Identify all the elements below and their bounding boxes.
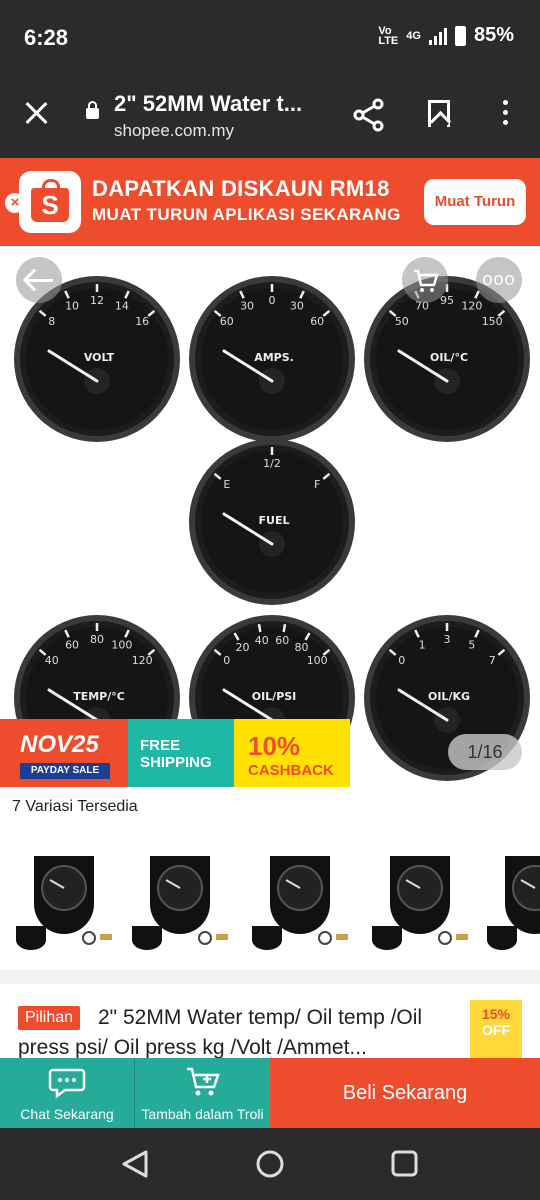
gauge-tick-label: 16 <box>135 315 149 328</box>
battery-percent: 85% <box>473 24 514 46</box>
gauge-tick-label: F <box>314 478 320 491</box>
gauge-label: FUEL <box>259 514 290 527</box>
share-icon[interactable] <box>352 98 386 132</box>
status-icons: Vo LTE 4G 85% <box>378 24 514 47</box>
nav-home-icon[interactable] <box>256 1150 284 1178</box>
chat-button[interactable]: Chat Sekarang <box>0 1058 135 1128</box>
variation-thumbnail[interactable] <box>132 856 228 950</box>
volte-icon: Vo LTE <box>378 24 399 47</box>
promo-strip: NOV25 PAYDAY SALE FREE SHIPPING 10% CASH… <box>0 719 350 787</box>
network-type: 4G <box>406 29 421 42</box>
gauge-tick-label: 80 <box>295 641 309 654</box>
download-button[interactable]: Muat Turun <box>424 179 526 225</box>
variation-thumbnail[interactable] <box>487 856 540 950</box>
gauge-tick-label: 1/2 <box>263 457 281 470</box>
gauge-tick-label: 100 <box>307 654 328 667</box>
gauge-tick-label: 40 <box>45 654 59 667</box>
variation-thumbnail[interactable] <box>16 856 112 950</box>
gauge-tick-label: 60 <box>275 634 289 647</box>
gauge-label: OIL/°C <box>430 351 468 364</box>
gauge-label: AMPS. <box>254 351 294 364</box>
gauge-tick-label: 30 <box>240 300 254 313</box>
browser-toolbar: 2" 52MM Water t... shopee.com.my <box>0 72 540 158</box>
variation-thumbnail[interactable] <box>372 856 468 950</box>
action-bar: Chat Sekarang Tambah dalam Troli Beli Se… <box>0 1058 540 1128</box>
gauge-tick-label: 60 <box>310 315 324 328</box>
gauge-tick-label: 14 <box>115 300 129 313</box>
shopee-logo: S <box>19 171 81 233</box>
bookmark-icon[interactable] <box>428 100 450 127</box>
gauge-tick-label: 60 <box>220 315 234 328</box>
gauge-tick-label: 150 <box>482 315 503 328</box>
gauge-tick-label: 80 <box>90 633 104 646</box>
gauge-tick-label: 10 <box>65 300 79 313</box>
gauge-label: OIL/PSI <box>252 690 297 703</box>
banner-subline: MUAT TURUN APLIKASI SEKARANG <box>92 205 401 224</box>
image-counter: 1/16 <box>448 734 522 770</box>
section-divider <box>0 970 540 984</box>
gauge-label: OIL/KG <box>428 690 470 703</box>
system-nav-bar <box>0 1128 540 1200</box>
close-icon[interactable] <box>22 99 50 127</box>
back-arrow-icon[interactable] <box>16 257 62 303</box>
chat-icon <box>48 1068 86 1099</box>
gauge-tick-label: 5 <box>468 639 475 652</box>
free-shipping-badge: FREE SHIPPING <box>128 719 234 787</box>
app-download-banner[interactable]: × S DAPATKAN DISKAUN RM18 MUAT TURUN APL… <box>0 158 540 246</box>
more-menu-icon[interactable] <box>500 100 510 130</box>
pilihan-badge: Pilihan <box>18 1006 81 1030</box>
gauge-tick-label: 0 <box>269 294 276 307</box>
gauge-tick-label: 1 <box>419 639 426 652</box>
signal-icon <box>428 27 447 45</box>
clock: 6:28 <box>24 25 69 50</box>
gauge-tick-label: 30 <box>290 300 304 313</box>
battery-icon <box>454 25 466 46</box>
cashback-badge: 10% CASHBACK <box>234 719 350 787</box>
discount-tag: 15% OFF <box>470 1000 522 1058</box>
gauge-label: VOLT <box>84 351 115 364</box>
gauge-tick-label: 12 <box>90 294 104 307</box>
product-title: 2" 52MM Water temp/ Oil temp /Oil press … <box>18 1006 423 1059</box>
buy-now-button[interactable]: Beli Sekarang <box>270 1058 540 1128</box>
add-cart-icon <box>186 1067 220 1096</box>
gauge-tick-label: 120 <box>132 654 153 667</box>
gauge-tick-label: 60 <box>65 639 79 652</box>
cart-icon[interactable] <box>402 257 448 303</box>
gauge-label: TEMP/°C <box>73 690 125 703</box>
status-bar: 6:28 Vo LTE 4G 85% <box>0 0 540 72</box>
gauge-tick-label: 100 <box>111 639 132 652</box>
banner-headline: DAPATKAN DISKAUN RM18 <box>92 176 390 201</box>
gauge-tick-label: 120 <box>461 300 482 313</box>
add-to-cart-button[interactable]: Tambah dalam Troli <box>135 1058 270 1128</box>
lock-icon <box>86 101 99 119</box>
page-title: 2" 52MM Water t... <box>114 91 303 116</box>
gauge-tick-label: 20 <box>236 641 250 654</box>
page-url[interactable]: shopee.com.my <box>114 121 234 141</box>
gauge-tick-label: 7 <box>489 654 496 667</box>
product-image[interactable]: 810 12 1416VOLT6030 0 3060AMPS.5070 95 120150O… <box>0 246 540 794</box>
gauge-amps: 60 30 0 30 60 AMPS. <box>189 276 355 442</box>
gauge-tick-label: 50 <box>395 315 409 328</box>
gauge-tick-label: 3 <box>444 633 451 646</box>
payday-badge: NOV25 PAYDAY SALE <box>0 719 128 787</box>
variation-thumbnails[interactable] <box>0 838 540 966</box>
gauge-tick-label: 8 <box>48 315 55 328</box>
gauge-fuel: E 1/2 F FUEL <box>189 439 355 605</box>
gauge-tick-label: 0 <box>223 654 230 667</box>
gauge-tick-label: 40 <box>255 634 269 647</box>
variation-thumbnail[interactable] <box>252 856 348 950</box>
nav-recents-icon[interactable] <box>391 1150 418 1177</box>
more-options-icon[interactable]: ooo <box>476 257 522 303</box>
nav-back-icon[interactable] <box>122 1150 148 1178</box>
product-gallery[interactable]: 8 10 12 14 16 VOLT 60 30 0 30 60 AMPS. 50 70 95 120 150 O… <box>0 246 540 794</box>
variations-label: 7 Variasi Tersedia <box>12 798 138 815</box>
gauge-tick-label: E <box>223 478 230 491</box>
gauge-tick-label: 0 <box>398 654 405 667</box>
